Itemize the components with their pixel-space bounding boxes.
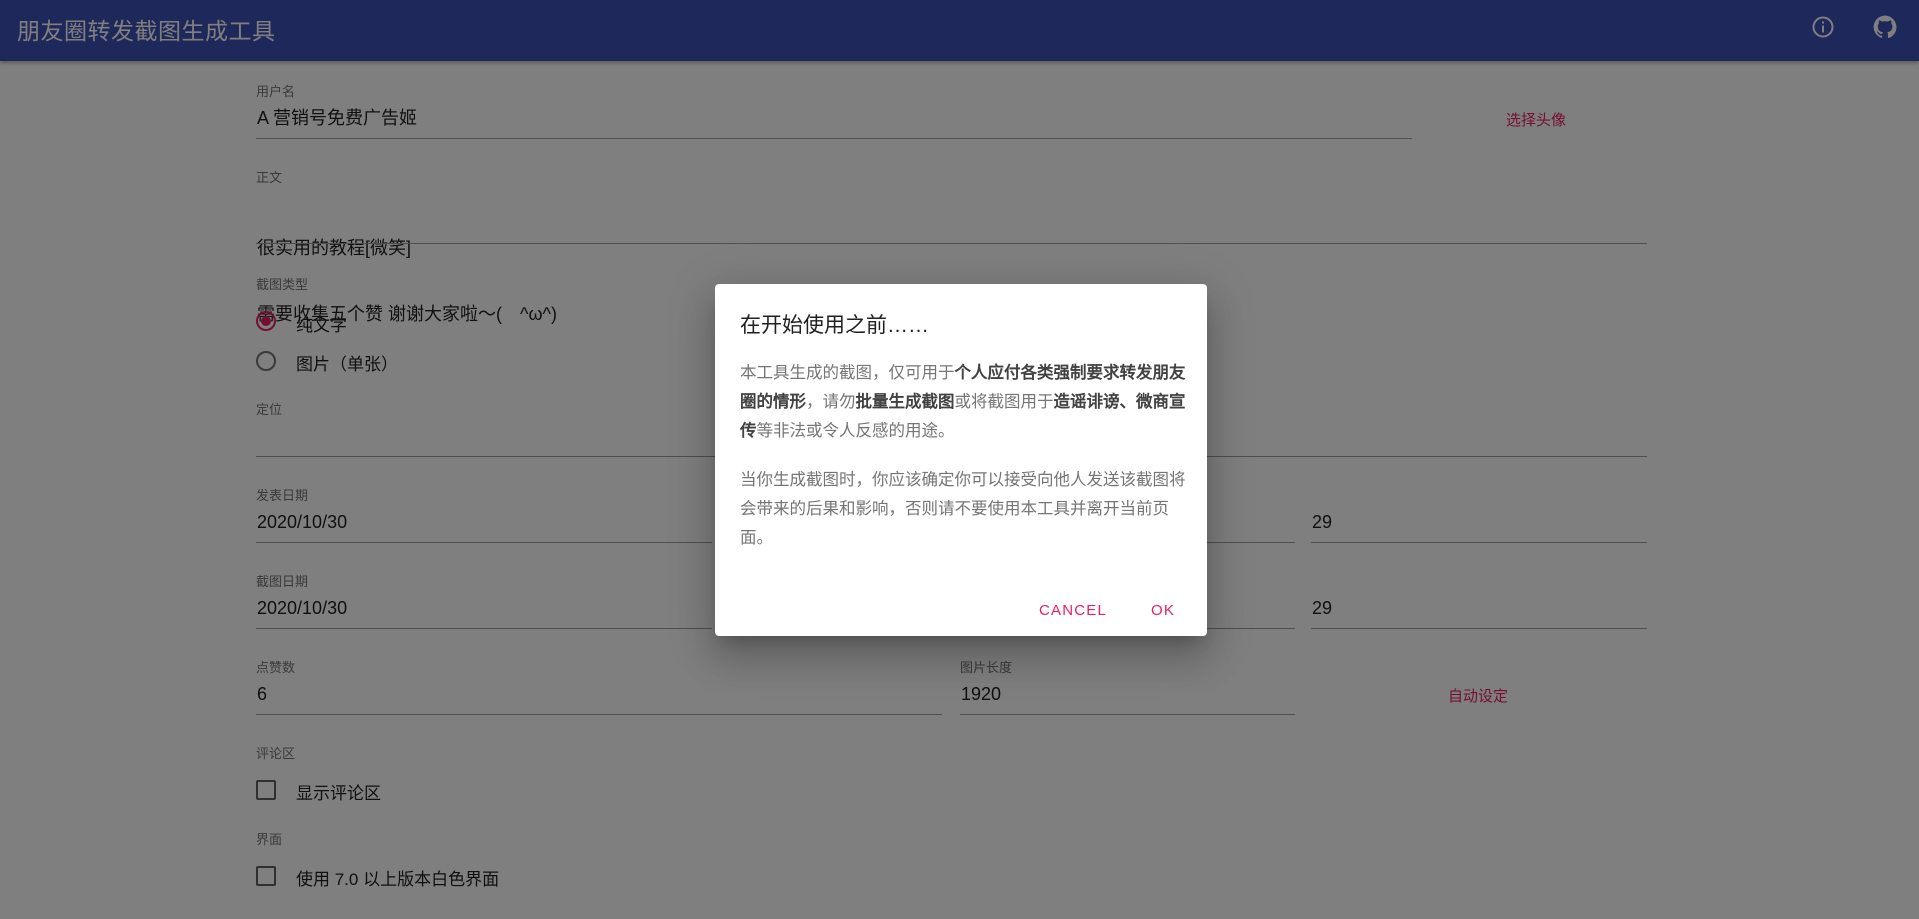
dialog-text: ，请勿 [806, 393, 856, 411]
dialog-text: 等非法或令人反感的用途。 [756, 422, 955, 440]
dialog-paragraph: 当你生成截图时，你应该确定你可以接受向他人发送该截图将会带来的后果和影响，否则请… [740, 471, 1186, 547]
dialog-ok-button[interactable]: OK [1151, 596, 1175, 626]
dialog-text: 或将截图用于 [954, 393, 1054, 411]
dialog-paragraph: 本工具生成的截图，仅可用于个人应付各类强制要求转发朋友圈的情形，请勿批量生成截图… [740, 359, 1186, 446]
dialog-body: 本工具生成的截图，仅可用于个人应付各类强制要求转发朋友圈的情形，请勿批量生成截图… [740, 359, 1186, 573]
dialog-title: 在开始使用之前…… [740, 314, 929, 337]
dialog-text: 本工具生成的截图，仅可用于 [740, 364, 955, 382]
dialog-cancel-button[interactable]: CANCEL [1039, 596, 1107, 626]
disclaimer-dialog: 在开始使用之前…… 本工具生成的截图，仅可用于个人应付各类强制要求转发朋友圈的情… [715, 284, 1207, 636]
dialog-emphasis: 批量生成截图 [855, 393, 955, 411]
